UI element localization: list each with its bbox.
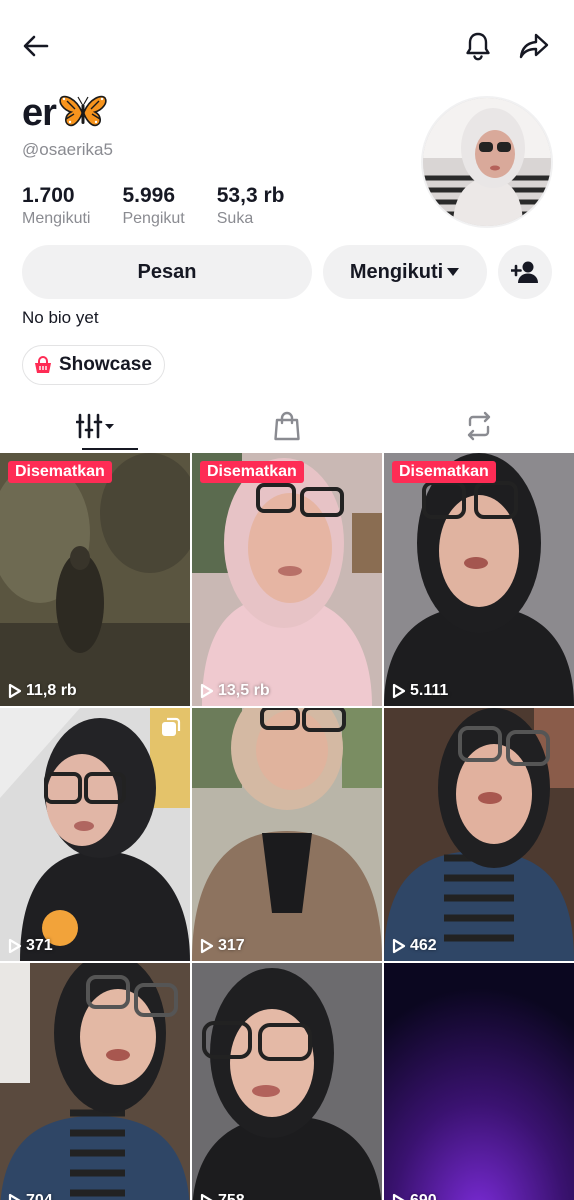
view-count-value: 690 xyxy=(410,1192,437,1200)
stat-label: Suka xyxy=(216,210,254,227)
stat-label: Pengikut xyxy=(122,210,185,227)
video-tile[interactable]: Disematkan 11,8 rb xyxy=(0,453,190,706)
view-count: 11,8 rb xyxy=(8,682,77,700)
profile-name-row: er xyxy=(22,88,402,138)
view-count: 5.111 xyxy=(392,682,448,700)
play-icon xyxy=(200,683,214,699)
view-count: 371 xyxy=(8,937,53,955)
view-count-value: 758 xyxy=(218,1192,245,1200)
tab-shop[interactable] xyxy=(191,400,382,452)
video-thumbnail xyxy=(384,453,574,706)
video-tile[interactable]: 462 xyxy=(384,708,574,961)
content-tabs xyxy=(0,400,574,452)
video-tile[interactable]: 690 xyxy=(384,963,574,1200)
tab-videos[interactable] xyxy=(0,400,191,452)
pinned-badge: Disematkan xyxy=(392,461,496,483)
view-count: 704 xyxy=(8,1192,53,1200)
video-thumbnail xyxy=(192,708,382,961)
video-thumbnail xyxy=(192,453,382,706)
view-count-value: 704 xyxy=(26,1192,53,1200)
stat-likes[interactable]: 53,3 rb Suka xyxy=(217,184,285,228)
play-icon xyxy=(392,938,406,954)
play-icon xyxy=(8,938,22,954)
profile-actions: Pesan Mengikuti xyxy=(22,245,554,299)
pinned-badge: Disematkan xyxy=(8,461,112,483)
video-tile[interactable]: 371 xyxy=(0,708,190,961)
stat-following[interactable]: 1.700 Mengikuti xyxy=(22,184,90,228)
video-thumbnail xyxy=(192,963,382,1200)
multi-photo-icon xyxy=(162,717,181,736)
play-icon xyxy=(392,683,406,699)
pinned-badge: Disematkan xyxy=(200,461,304,483)
message-button[interactable]: Pesan xyxy=(22,245,312,299)
view-count: 13,5 rb xyxy=(200,682,270,700)
video-thumbnail xyxy=(0,708,190,961)
video-thumbnail xyxy=(384,708,574,961)
view-count: 317 xyxy=(200,937,245,955)
view-count-value: 13,5 rb xyxy=(218,682,270,699)
play-icon xyxy=(8,683,22,699)
notifications-button[interactable] xyxy=(458,26,498,66)
caret-down-icon xyxy=(447,268,460,276)
add-friend-button[interactable] xyxy=(498,245,552,299)
video-tile[interactable]: 704 xyxy=(0,963,190,1200)
top-bar xyxy=(0,0,574,90)
stat-value: 1.700 xyxy=(22,184,75,207)
avatar-photo xyxy=(423,98,551,226)
view-count: 758 xyxy=(200,1192,245,1200)
add-user-icon xyxy=(511,261,538,283)
view-count: 462 xyxy=(392,937,437,955)
repost-icon xyxy=(467,411,490,441)
showcase-label: Showcase xyxy=(59,354,152,375)
shopping-basket-icon xyxy=(35,356,51,373)
active-tab-indicator xyxy=(82,448,138,450)
view-count-value: 317 xyxy=(218,937,245,954)
play-icon xyxy=(392,1193,405,1200)
showcase-button[interactable]: Showcase xyxy=(22,345,165,385)
back-button[interactable] xyxy=(16,26,56,66)
stat-value: 5.996 xyxy=(122,184,176,207)
profile-bio: No bio yet xyxy=(22,308,99,327)
view-count-value: 5.111 xyxy=(410,682,449,699)
following-button-label: Mengikuti xyxy=(349,260,444,283)
profile-handle: @osaerika5 xyxy=(22,140,113,159)
profile-stats: 1.700 Mengikuti 5.996 Pengikut 53,3 rb S… xyxy=(22,184,402,228)
tab-reposts[interactable] xyxy=(383,400,574,452)
video-thumbnail xyxy=(384,963,574,1200)
video-thumbnail xyxy=(0,453,190,706)
share-arrow-icon xyxy=(519,33,549,59)
videos-grid-icon xyxy=(75,413,114,439)
play-icon xyxy=(8,1193,21,1200)
profile-info: er @osaerika5 1.700 Mengikuti 5.996 Peng… xyxy=(22,88,402,228)
video-tile[interactable]: Disematkan 13,5 rb xyxy=(192,453,382,706)
following-button[interactable]: Mengikuti xyxy=(323,245,487,299)
play-icon xyxy=(200,938,214,954)
profile-name: er xyxy=(22,91,57,134)
share-button[interactable] xyxy=(514,26,554,66)
stat-value: 53,3 rb xyxy=(216,184,285,207)
view-count: 690 xyxy=(392,1192,437,1200)
message-button-label: Pesan xyxy=(137,260,197,283)
video-tile[interactable]: 758 xyxy=(192,963,382,1200)
back-arrow-icon xyxy=(23,35,49,57)
bell-icon xyxy=(466,32,490,61)
shopping-bag-icon xyxy=(273,411,300,441)
avatar[interactable] xyxy=(421,96,553,228)
video-tile[interactable]: Disematkan 5.111 xyxy=(384,453,574,706)
stat-label: Mengikuti xyxy=(22,210,91,227)
view-count-value: 462 xyxy=(410,937,437,954)
view-count-value: 11,8 rb xyxy=(26,682,77,699)
butterfly-icon xyxy=(59,95,107,127)
stat-followers[interactable]: 5.996 Pengikut xyxy=(122,184,184,228)
view-count-value: 371 xyxy=(26,937,53,954)
video-thumbnail xyxy=(0,963,190,1200)
video-tile[interactable]: 317 xyxy=(192,708,382,961)
play-icon xyxy=(200,1193,213,1200)
